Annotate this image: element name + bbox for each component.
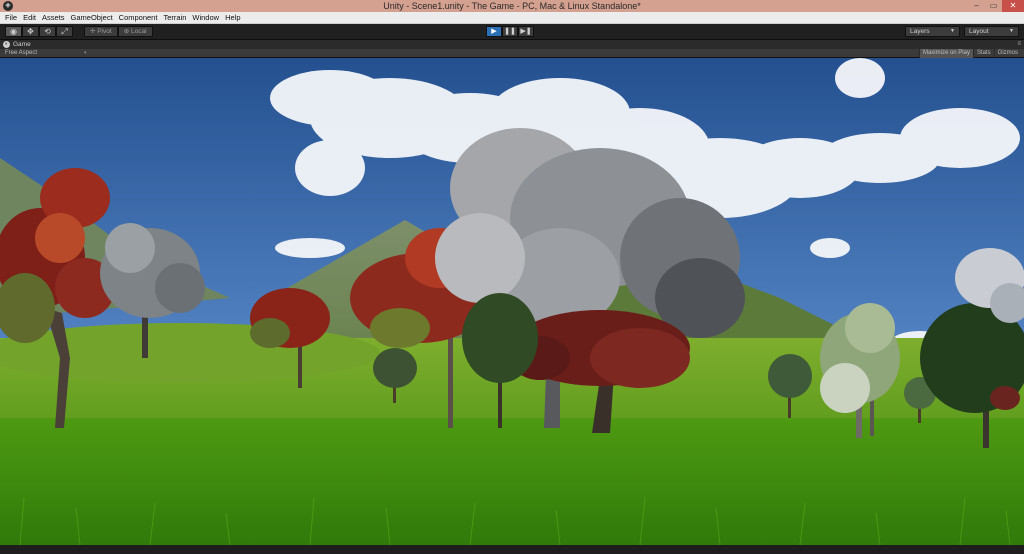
pause-button[interactable]: ❚❚ <box>502 26 518 37</box>
move-icon[interactable]: ✥ <box>22 26 39 37</box>
play-button[interactable]: ▶ <box>486 26 502 37</box>
menu-assets[interactable]: Assets <box>39 12 68 24</box>
layers-dropdown[interactable]: Layers ▼ <box>905 26 960 37</box>
menu-edit[interactable]: Edit <box>20 12 39 24</box>
scale-icon[interactable]: ⤢ <box>56 26 73 37</box>
game-viewport[interactable] <box>0 58 1024 545</box>
playback-controls: ▶ ❚❚ ▶❚ <box>486 26 534 37</box>
layout-dropdown[interactable]: Layout ▼ <box>964 26 1019 37</box>
layers-label: Layers <box>910 28 930 35</box>
hand-eye-icon[interactable]: ◉ <box>5 26 22 37</box>
menu-component[interactable]: Component <box>116 12 161 24</box>
local-label: Local <box>130 28 147 35</box>
layout-label: Layout <box>969 28 989 35</box>
main-toolbar: ◉ ✥ ⟲ ⤢ ✛ Pivot ⊕ Local ▶ ❚❚ ▶❚ Layers ▼… <box>0 24 1024 40</box>
game-view-options: Maximize on Play Stats Gizmos <box>918 49 1021 58</box>
transform-tools: ◉ ✥ ⟲ ⤢ <box>5 26 73 37</box>
aspect-dropdown[interactable]: Free Aspect <box>5 49 37 58</box>
rotate-icon[interactable]: ⟲ <box>39 26 56 37</box>
minimize-button[interactable]: – <box>968 0 985 12</box>
tab-game[interactable]: ◐ Game <box>3 40 31 49</box>
game-panel-tabbar: ◐ Game ≡ <box>0 40 1024 49</box>
tab-game-label: Game <box>13 41 31 48</box>
window-controls: – ▭ ✕ <box>968 0 1024 12</box>
step-button[interactable]: ▶❚ <box>518 26 534 37</box>
foreground-grass <box>0 418 1024 545</box>
local-button[interactable]: ⊕ Local <box>117 26 153 37</box>
pivot-label: Pivot <box>97 28 112 35</box>
stats-toggle[interactable]: Stats <box>972 49 994 58</box>
local-icon: ⊕ <box>123 28 131 35</box>
window-titlebar: ◈ Unity - Scene1.unity - The Game - PC, … <box>0 0 1024 12</box>
game-controlbar: Free Aspect ▾ Maximize on Play Stats Giz… <box>0 49 1024 58</box>
panel-menu-icon[interactable]: ≡ <box>1017 40 1021 49</box>
menu-terrain[interactable]: Terrain <box>160 12 189 24</box>
pivot-button[interactable]: ✛ Pivot <box>84 26 118 37</box>
chevron-down-icon: ▼ <box>950 28 955 34</box>
menu-window[interactable]: Window <box>189 12 222 24</box>
menu-file[interactable]: File <box>2 12 20 24</box>
close-button[interactable]: ✕ <box>1002 0 1024 12</box>
menu-bar: File Edit Assets GameObject Component Te… <box>0 12 1024 24</box>
menu-gameobject[interactable]: GameObject <box>68 12 116 24</box>
maximize-button[interactable]: ▭ <box>985 0 1002 12</box>
chevron-down-icon: ▼ <box>1009 28 1014 34</box>
gizmos-toggle[interactable]: Gizmos <box>993 49 1021 58</box>
game-icon: ◐ <box>3 41 10 48</box>
game-scene <box>0 58 1024 545</box>
chevron-down-icon: ▾ <box>84 50 87 56</box>
pivot-toggle-group: ✛ Pivot ⊕ Local <box>84 26 153 37</box>
window-title: Unity - Scene1.unity - The Game - PC, Ma… <box>383 1 641 11</box>
menu-help[interactable]: Help <box>222 12 243 24</box>
status-strip <box>0 545 1024 554</box>
maximize-on-play-toggle[interactable]: Maximize on Play <box>918 49 973 58</box>
